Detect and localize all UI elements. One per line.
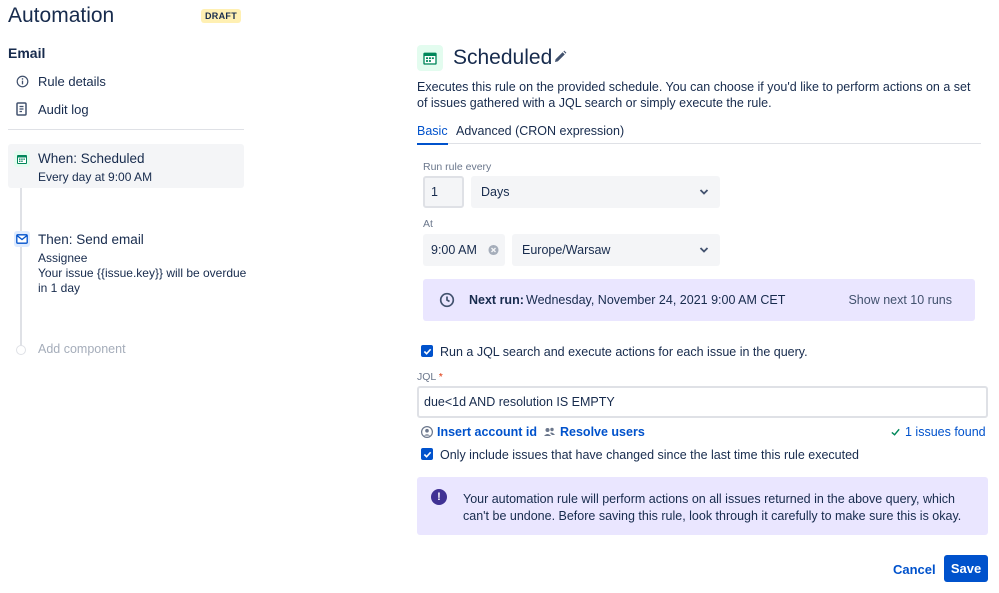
trigger-title[interactable]: When: Scheduled (38, 151, 145, 166)
issues-found-link[interactable]: 1 issues found (890, 425, 986, 439)
nav-audit-log-label: Audit log (38, 101, 89, 117)
checkmark-icon (423, 451, 431, 458)
next-run-value: Wednesday, November 24, 2021 9:00 AM CET (526, 293, 786, 307)
clear-icon[interactable] (488, 244, 499, 256)
page-title: Scheduled (453, 46, 553, 69)
schedule-tabs: Basic Advanced (CRON expression) (417, 124, 981, 145)
next-run-label: Next run: (469, 293, 524, 307)
warning-banner: ! Your automation rule will perform acti… (417, 477, 988, 535)
action-line3: in 1 day (38, 281, 81, 295)
run-every-unit-value: Days (481, 185, 510, 199)
show-next-runs-link[interactable]: Show next 10 runs (848, 293, 952, 307)
jql-search-checkbox[interactable] (421, 345, 433, 357)
document-icon (14, 101, 30, 117)
info-icon (14, 73, 30, 89)
trigger-subtitle: Every day at 9:00 AM (38, 170, 153, 184)
users-icon (544, 427, 555, 436)
required-mark: * (438, 371, 443, 383)
sidebar-divider (8, 129, 244, 130)
action-line1: Assignee (38, 251, 88, 265)
timezone-value: Europe/Warsaw (522, 243, 611, 257)
chevron-down-icon (699, 247, 709, 253)
timezone-select[interactable]: Europe/Warsaw (512, 234, 720, 266)
changed-issues-checkbox-label: Only include issues that have changed si… (440, 448, 859, 462)
checkmark-icon (423, 348, 431, 355)
at-label: At (423, 218, 433, 230)
jql-label: JQL * (417, 371, 443, 383)
tab-advanced-cron[interactable]: Advanced (CRON expression) (456, 124, 624, 144)
app-title: Automation (8, 4, 115, 27)
nav-audit-log[interactable]: Audit log (14, 99, 89, 119)
run-every-unit-select[interactable]: Days (471, 176, 720, 208)
action-title[interactable]: Then: Send email (38, 232, 144, 247)
warning-text: Your automation rule will perform action… (463, 492, 962, 523)
mail-icon (14, 231, 30, 247)
edit-pencil-icon[interactable] (553, 50, 569, 66)
jql-input[interactable]: due<1d AND resolution IS EMPTY (417, 386, 988, 418)
schedule-description: Executes this rule on the provided sched… (417, 80, 971, 110)
tab-basic[interactable]: Basic (417, 124, 448, 145)
draft-badge: DRAFT (201, 9, 241, 23)
nav-rule-details[interactable]: Rule details (14, 71, 106, 91)
calendar-icon (14, 151, 30, 167)
rule-name: Email (8, 45, 46, 61)
run-every-value-input[interactable]: 1 (423, 176, 464, 208)
user-icon (421, 426, 433, 438)
save-button[interactable]: Save (944, 555, 988, 582)
time-value: 9:00 AM (431, 243, 477, 257)
add-component-button[interactable]: Add component (38, 342, 126, 356)
check-icon (891, 428, 900, 436)
insert-account-id-link[interactable]: Insert account id (421, 425, 537, 439)
run-every-label: Run rule every (423, 161, 492, 173)
next-run-banner: Next run: Wednesday, November 24, 2021 9… (423, 279, 975, 321)
exclamation-icon: ! (431, 489, 447, 505)
jql-label-text: JQL (417, 371, 436, 383)
scheduled-calendar-icon (417, 45, 443, 71)
time-picker[interactable]: 9:00 AM (423, 234, 505, 266)
clock-icon (439, 292, 455, 308)
resolve-users-text: Resolve users (560, 425, 645, 439)
cancel-button[interactable]: Cancel (893, 562, 936, 577)
add-component-dot (16, 345, 26, 355)
chevron-down-icon (699, 189, 709, 195)
insert-account-id-text: Insert account id (437, 425, 538, 439)
jql-search-checkbox-label: Run a JQL search and execute actions for… (440, 345, 808, 359)
issues-found-text: 1 issues found (905, 425, 986, 439)
changed-issues-checkbox[interactable] (421, 448, 433, 460)
resolve-users-link[interactable]: Resolve users (543, 425, 645, 439)
action-line2: Your issue {{issue.key}} will be overdue (38, 266, 247, 280)
nav-rule-details-label: Rule details (38, 73, 106, 89)
